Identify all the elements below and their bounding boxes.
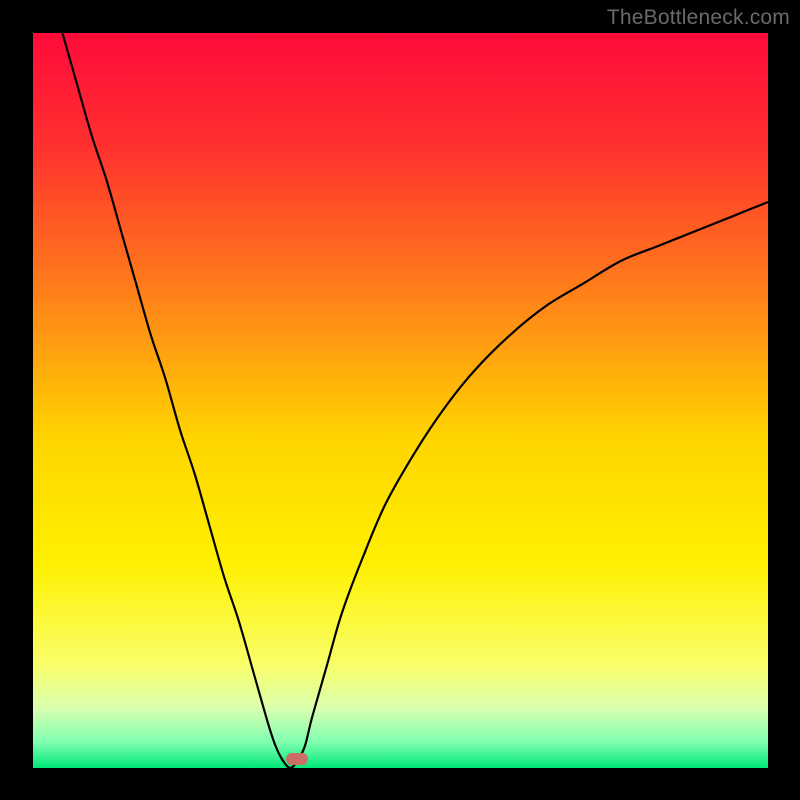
watermark: TheBottleneck.com [607,6,790,30]
optimal-marker [286,753,308,765]
bottleneck-curve [33,33,768,768]
plot-area [33,33,768,768]
